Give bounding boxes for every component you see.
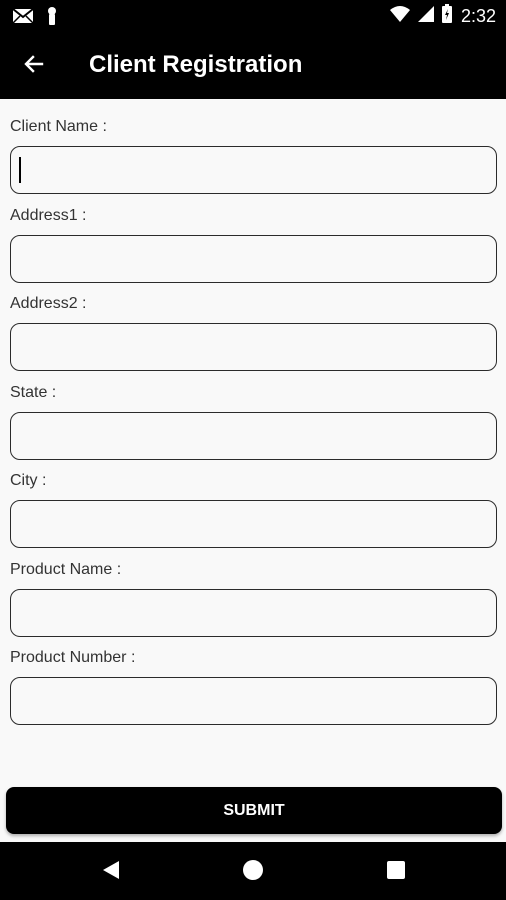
city-input[interactable] xyxy=(10,500,497,548)
client-name-label: Client Name : xyxy=(10,118,107,135)
signal-icon xyxy=(417,5,435,28)
address1-label: Address1 : xyxy=(10,207,87,224)
nav-back-button[interactable] xyxy=(98,859,124,885)
state-label: State : xyxy=(10,384,57,401)
product-number-label: Product Number : xyxy=(10,649,136,666)
battery-icon xyxy=(441,3,453,29)
nav-recents-button[interactable] xyxy=(383,859,409,885)
registration-form: Client Name : Address1 : Address2 : Stat… xyxy=(0,99,506,842)
status-time: 2:32 xyxy=(460,5,496,26)
app-bar: Client Registration xyxy=(0,32,506,99)
recents-square-icon xyxy=(385,859,407,886)
back-triangle-icon xyxy=(100,859,122,886)
nav-home-button[interactable] xyxy=(240,859,266,885)
arrow-left-icon xyxy=(22,52,46,81)
address2-label: Address2 : xyxy=(10,295,87,312)
back-button[interactable] xyxy=(18,50,50,82)
submit-button[interactable]: SUBMIT xyxy=(6,787,502,834)
client-name-input[interactable] xyxy=(10,146,497,194)
status-left-icons xyxy=(12,6,58,31)
system-nav-bar xyxy=(0,842,506,900)
gmail-icon xyxy=(12,7,34,30)
city-label: City : xyxy=(10,472,47,489)
text-cursor xyxy=(19,157,21,183)
product-number-input[interactable] xyxy=(10,677,497,725)
address1-input[interactable] xyxy=(10,235,497,283)
page-title: Client Registration xyxy=(89,51,303,78)
home-circle-icon xyxy=(241,858,265,887)
product-name-input[interactable] xyxy=(10,589,497,637)
notification-icon xyxy=(46,6,58,31)
state-input[interactable] xyxy=(10,412,497,460)
status-right-icons: 2:32 xyxy=(389,3,496,29)
wifi-icon xyxy=(389,5,411,28)
address2-input[interactable] xyxy=(10,323,497,371)
status-bar: 2:32 xyxy=(0,0,506,32)
product-name-label: Product Name : xyxy=(10,561,122,578)
